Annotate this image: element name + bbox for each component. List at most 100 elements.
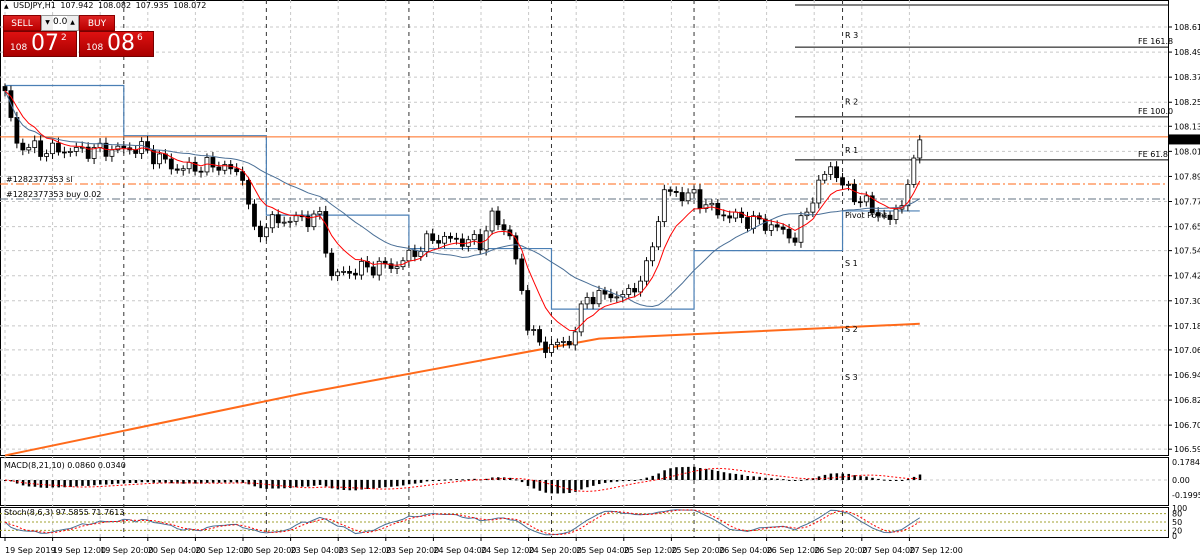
candle [180,165,186,176]
candle-body [246,179,251,205]
candle-body [216,166,222,171]
macd-bar [847,473,850,480]
macd-bar [390,480,393,487]
macd-bar [633,479,637,481]
candle-body [632,288,638,293]
price-tick-label: 106.590 [1174,445,1200,454]
candle-body [656,221,661,248]
macd-bar [645,477,649,480]
macd-bar [883,479,886,481]
candle [596,285,602,308]
macd-bar [865,476,868,480]
macd-bar [609,480,613,483]
macd-bar [425,480,429,482]
price-tick-label: 107.655 [1174,223,1200,232]
candle [67,147,73,157]
candle-body [121,145,127,149]
macd-bar [651,475,654,480]
macd-bar [526,480,530,486]
macd-bar [449,479,452,481]
macd-bar [205,480,209,483]
pivot-level-label: S 1 [845,259,858,268]
candle-body [673,190,679,193]
macd-bar [401,480,405,486]
macd-panel-frame [0,457,1169,506]
candle-body [685,192,691,202]
macd-bar [87,480,90,486]
macd-bar [663,470,666,480]
candle-body [56,142,61,153]
price-tick-label: 106.705 [1174,421,1200,430]
candle-body [198,170,204,173]
candle-body [454,237,459,240]
macd-bar [146,480,150,483]
macd-bar [431,480,435,481]
macd-bar [912,476,916,480]
candle [840,172,845,190]
macd-bar [639,479,643,481]
time-label: 25 Sep 04:00 [576,546,629,555]
macd-bar [746,475,749,480]
macd-bar [704,468,708,480]
macd-bar [407,480,411,485]
decrease-lot-icon[interactable]: ▼ [42,16,53,30]
candle [252,199,257,231]
time-label: 19 Sep 12:00 [53,546,106,555]
sell-button[interactable]: SELL [3,15,41,31]
buy-price[interactable]: 108 08 6 [79,31,154,57]
macd-bar [312,480,316,486]
candle [448,232,453,243]
macd-bar [770,478,773,480]
candle-body [810,202,816,213]
pivot-level-label: Pivot Point [845,211,887,220]
candle-body [258,225,263,238]
macd-bar [51,480,55,488]
macd-bar [301,480,304,487]
candle [210,151,216,173]
macd-bar [675,467,678,480]
candle [745,211,750,233]
pivot-level-label: R 2 [845,97,858,106]
low-value: 107.935 [135,1,169,10]
macd-bar [39,480,43,488]
sell-price[interactable]: 108 07 2 [3,31,77,57]
candle [151,145,156,170]
macd-bar [758,476,761,480]
candle [186,157,192,174]
collapse-triangle-icon[interactable]: ▲ [4,3,9,10]
candle [436,234,442,249]
macd-bar [728,473,732,480]
macd-bar [871,477,874,480]
candle-body [727,215,733,219]
moving-average-line [4,90,921,308]
candle [192,156,198,176]
candle [109,145,115,162]
candle-body [174,168,180,171]
candle [394,261,400,275]
candle-body [406,249,412,262]
fibo-label: FE 100.0 [1138,107,1173,116]
stoch-signal-line [4,509,921,536]
candle-body [822,173,828,181]
increase-lot-icon[interactable]: ▲ [67,16,78,30]
candle-body [608,293,614,299]
macd-bar [603,480,607,483]
price-chart[interactable]: 108.610 108.490 108.370 108.250 108.135 108.0… [0,0,1200,559]
macd-bar [443,479,447,481]
macd-tick-label: -0.1995 [1172,491,1200,500]
candle-body [578,303,584,333]
macd-bar [324,480,328,487]
candle-body [751,215,756,229]
candle [459,233,465,250]
buy-button[interactable]: BUY [79,15,115,31]
macd-tick-label: 0.00 [1172,476,1190,485]
candle-body [109,149,115,157]
candle-body [240,171,246,181]
candle [246,177,251,210]
macd-bar [336,480,340,490]
lot-size-input[interactable]: ▼ 0.02 ▲ [41,15,79,31]
macd-bar [716,471,720,480]
macd-bar [823,474,827,480]
time-label: 25 Sep 12:00 [624,546,677,555]
candle [145,136,150,154]
